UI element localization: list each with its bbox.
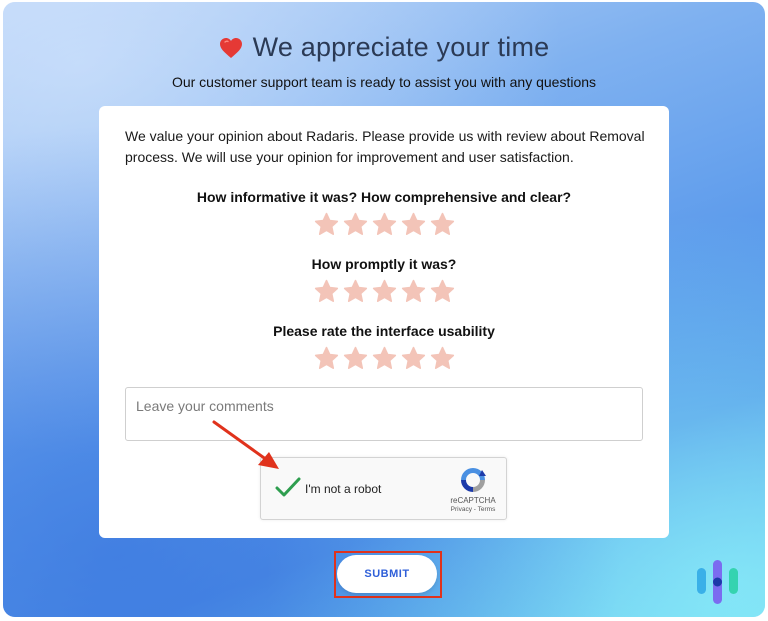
star-icon[interactable] bbox=[343, 346, 368, 371]
question-informative: How informative it was? How comprehensiv… bbox=[196, 189, 572, 205]
star-icon[interactable] bbox=[372, 279, 397, 304]
annotation-arrow-icon bbox=[212, 420, 279, 469]
rating-informative bbox=[99, 212, 669, 237]
star-icon[interactable] bbox=[401, 212, 426, 237]
recaptcha-brand: reCAPTCHA bbox=[450, 496, 496, 505]
rating-promptly bbox=[99, 279, 669, 304]
star-icon[interactable] bbox=[343, 212, 368, 237]
star-icon[interactable] bbox=[401, 346, 426, 371]
star-icon[interactable] bbox=[430, 212, 455, 237]
star-icon[interactable] bbox=[401, 279, 426, 304]
review-form-card: We value your opinion about Radaris. Ple… bbox=[99, 106, 669, 538]
submit-button[interactable]: SUBMIT bbox=[337, 555, 437, 593]
captcha-label: I'm not a robot bbox=[305, 482, 382, 496]
checkmark-icon[interactable] bbox=[275, 476, 301, 498]
star-icon[interactable] bbox=[314, 212, 339, 237]
star-icon[interactable] bbox=[372, 212, 397, 237]
rating-usability bbox=[99, 346, 669, 371]
recaptcha-links[interactable]: Privacy - Terms bbox=[433, 506, 513, 513]
recaptcha-logo-icon bbox=[461, 468, 486, 492]
question-promptly: How promptly it was? bbox=[311, 256, 457, 272]
star-icon[interactable] bbox=[430, 279, 455, 304]
page-background: We appreciate your time Our customer sup… bbox=[3, 2, 765, 617]
header: We appreciate your time bbox=[3, 32, 765, 63]
recaptcha-widget: I'm not a robot reCAPTCHA Privacy - Term… bbox=[260, 457, 507, 520]
brand-logo-icon bbox=[697, 560, 738, 604]
star-icon[interactable] bbox=[343, 279, 368, 304]
star-icon[interactable] bbox=[314, 279, 339, 304]
page-subtitle: Our customer support team is ready to as… bbox=[171, 74, 597, 90]
star-icon[interactable] bbox=[372, 346, 397, 371]
star-icon[interactable] bbox=[430, 346, 455, 371]
comments-input[interactable] bbox=[125, 387, 643, 441]
star-icon[interactable] bbox=[314, 346, 339, 371]
question-usability: Please rate the interface usability bbox=[273, 323, 495, 339]
page-title: We appreciate your time bbox=[252, 32, 550, 62]
heart-icon bbox=[219, 37, 242, 58]
intro-text: We value your opinion about Radaris. Ple… bbox=[125, 128, 645, 165]
